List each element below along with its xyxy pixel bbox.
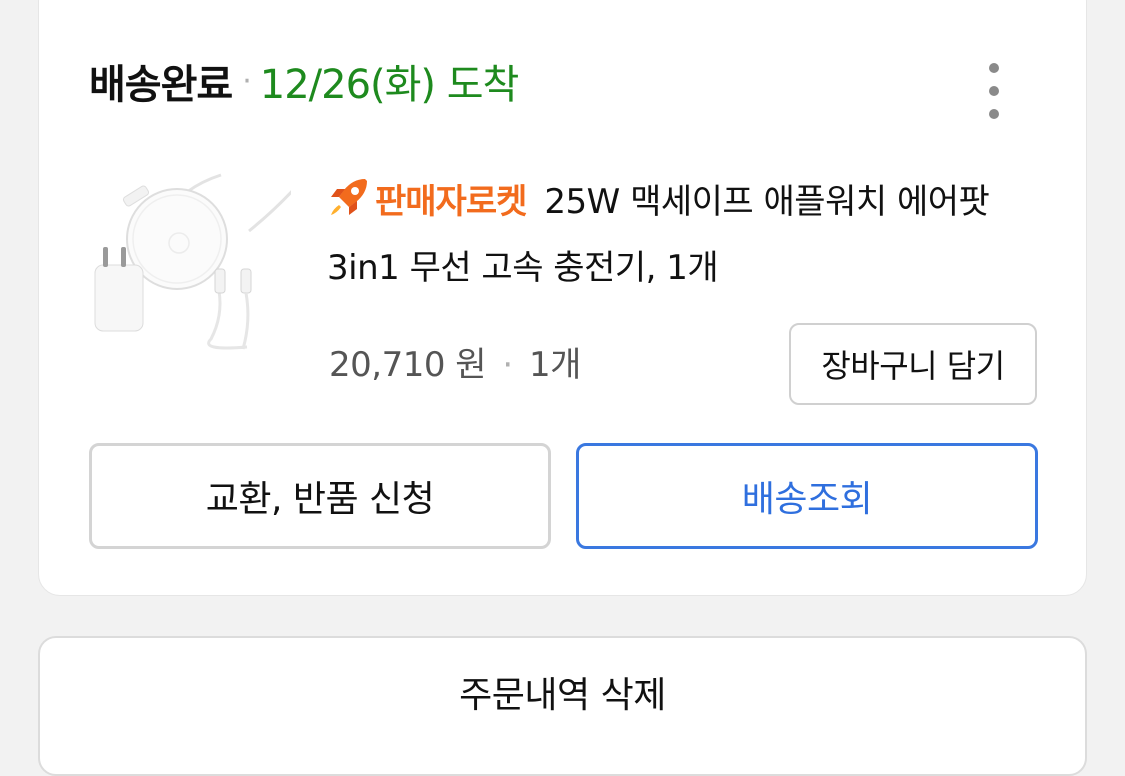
- arrival-date: 12/26(화) 도착: [259, 62, 520, 108]
- rocket-icon: [331, 179, 367, 215]
- delete-order-button[interactable]: 주문내역 삭제: [38, 636, 1087, 776]
- price-separator: ·: [502, 345, 513, 385]
- product-price: 20,710 원: [329, 345, 487, 385]
- header-separator: ·: [242, 63, 252, 99]
- seller-rocket-badge: 판매자로켓: [375, 182, 527, 222]
- order-card: 배송완료 · 12/26(화) 도착 판매자로켓 25W 맥세이프 애플워치 에…: [38, 0, 1087, 596]
- add-to-cart-button[interactable]: 장바구니 담기: [789, 323, 1037, 405]
- wireless-charger-product-image: [94, 166, 315, 350]
- delivery-status: 배송완료: [89, 62, 233, 108]
- track-delivery-button[interactable]: 배송조회: [576, 443, 1038, 549]
- exchange-return-button[interactable]: 교환, 반품 신청: [89, 443, 551, 549]
- order-header: 배송완료 · 12/26(화) 도착: [89, 51, 520, 111]
- more-vertical-icon[interactable]: [979, 63, 1009, 119]
- product-thumbnail[interactable]: [91, 166, 315, 371]
- product-quantity: 1개: [529, 345, 581, 385]
- product-title[interactable]: 판매자로켓 25W 맥세이프 애플워치 에어팟 3in1 무선 고속 충전기, 1…: [327, 169, 1047, 301]
- delete-order-label: 주문내역 삭제: [459, 675, 666, 716]
- price-row: 20,710 원 · 1개: [329, 337, 581, 386]
